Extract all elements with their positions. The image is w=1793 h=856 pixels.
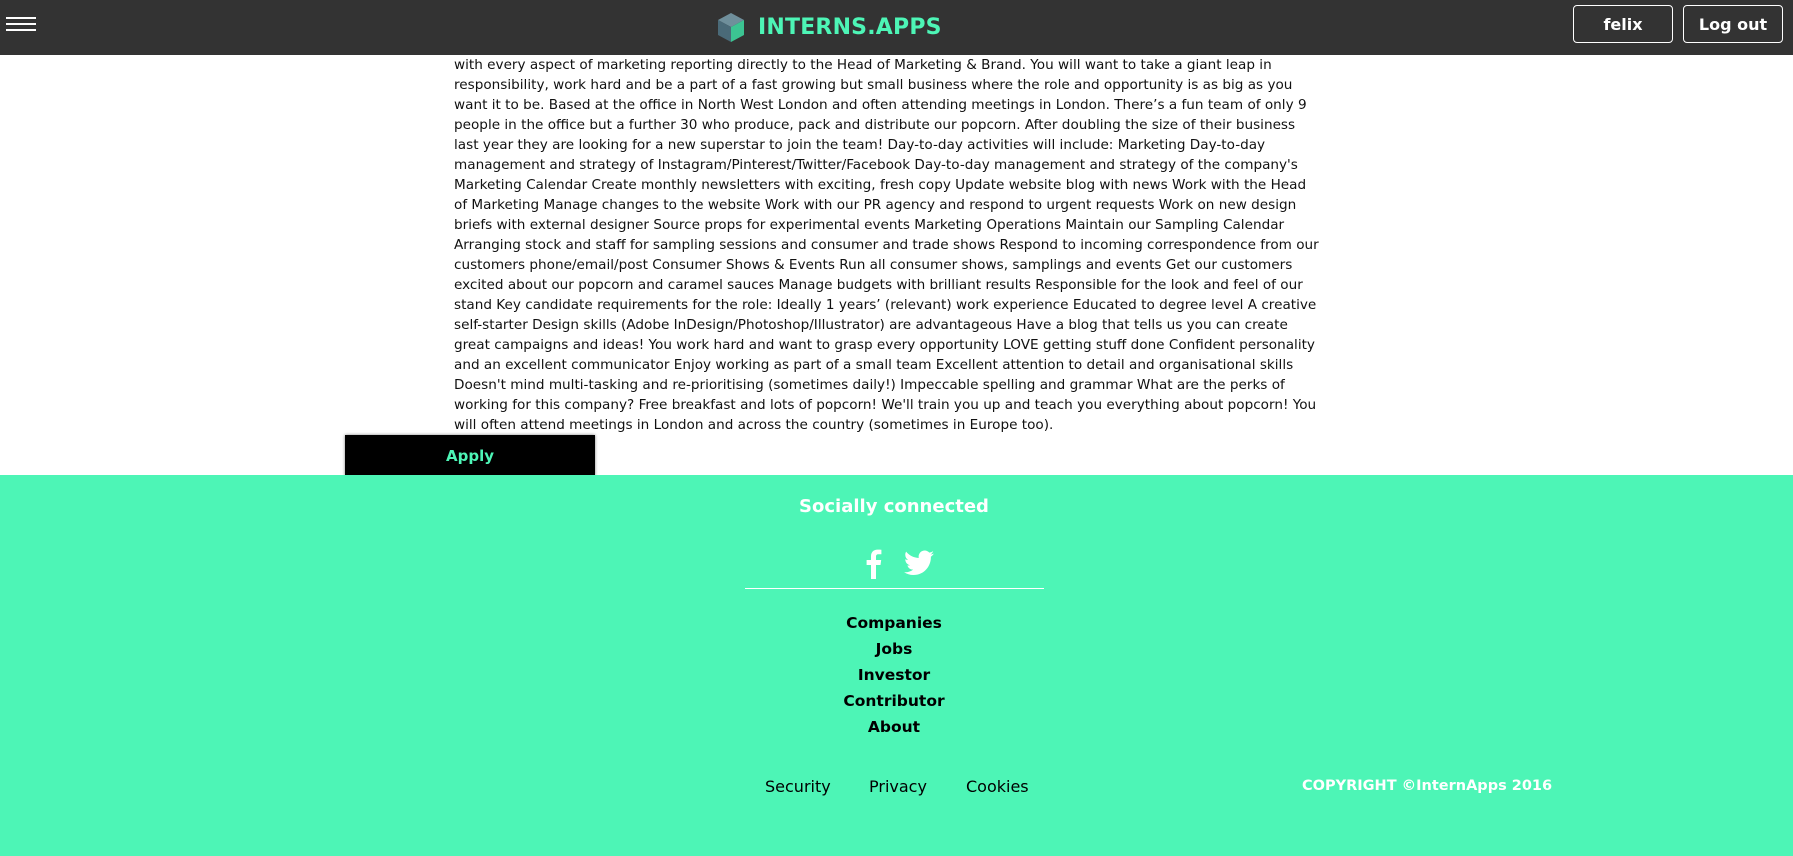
privacy-link[interactable]: Privacy [869,777,927,796]
footer-link-about[interactable]: About [0,714,1788,740]
footer-divider [745,588,1044,589]
footer-link-label: Jobs [875,640,913,658]
brand-logo[interactable]: INTERNS.APPS [716,9,942,45]
footer-link-contributor[interactable]: Contributor [0,688,1788,714]
footer-link-companies[interactable]: Companies [0,610,1788,636]
menu-icon[interactable] [6,17,36,33]
brand-name: INTERNS.APPS [758,14,942,40]
cube-logo-icon [718,13,744,42]
logout-button[interactable]: Log out [1683,5,1783,43]
footer-link-label: Companies [846,614,942,632]
user-profile-button[interactable]: felix [1573,5,1673,43]
footer-link-label: About [867,718,921,736]
security-link[interactable]: Security [765,777,831,796]
footer-link-jobs[interactable]: Jobs [0,636,1788,662]
twitter-icon[interactable] [904,550,934,576]
copyright-text: COPYRIGHT ©InternApps 2016 [1302,778,1553,794]
top-navbar: INTERNS.APPS felix Log out [0,0,1793,55]
apply-button[interactable]: Apply [345,435,595,476]
social-heading: Socially connected [799,496,989,517]
footer-nav: Companies Jobs Investor Contributor Abou… [0,610,1788,740]
footer-link-label: Contributor [843,692,945,710]
site-footer: Socially connected Companies Jobs Invest… [0,475,1793,856]
facebook-icon[interactable] [862,547,884,579]
job-description: with every aspect of marketing reporting… [454,57,1319,433]
social-icons [862,547,938,579]
footer-link-label: Investor [857,666,931,684]
cookies-link[interactable]: Cookies [966,777,1029,796]
footer-link-investor[interactable]: Investor [0,662,1788,688]
